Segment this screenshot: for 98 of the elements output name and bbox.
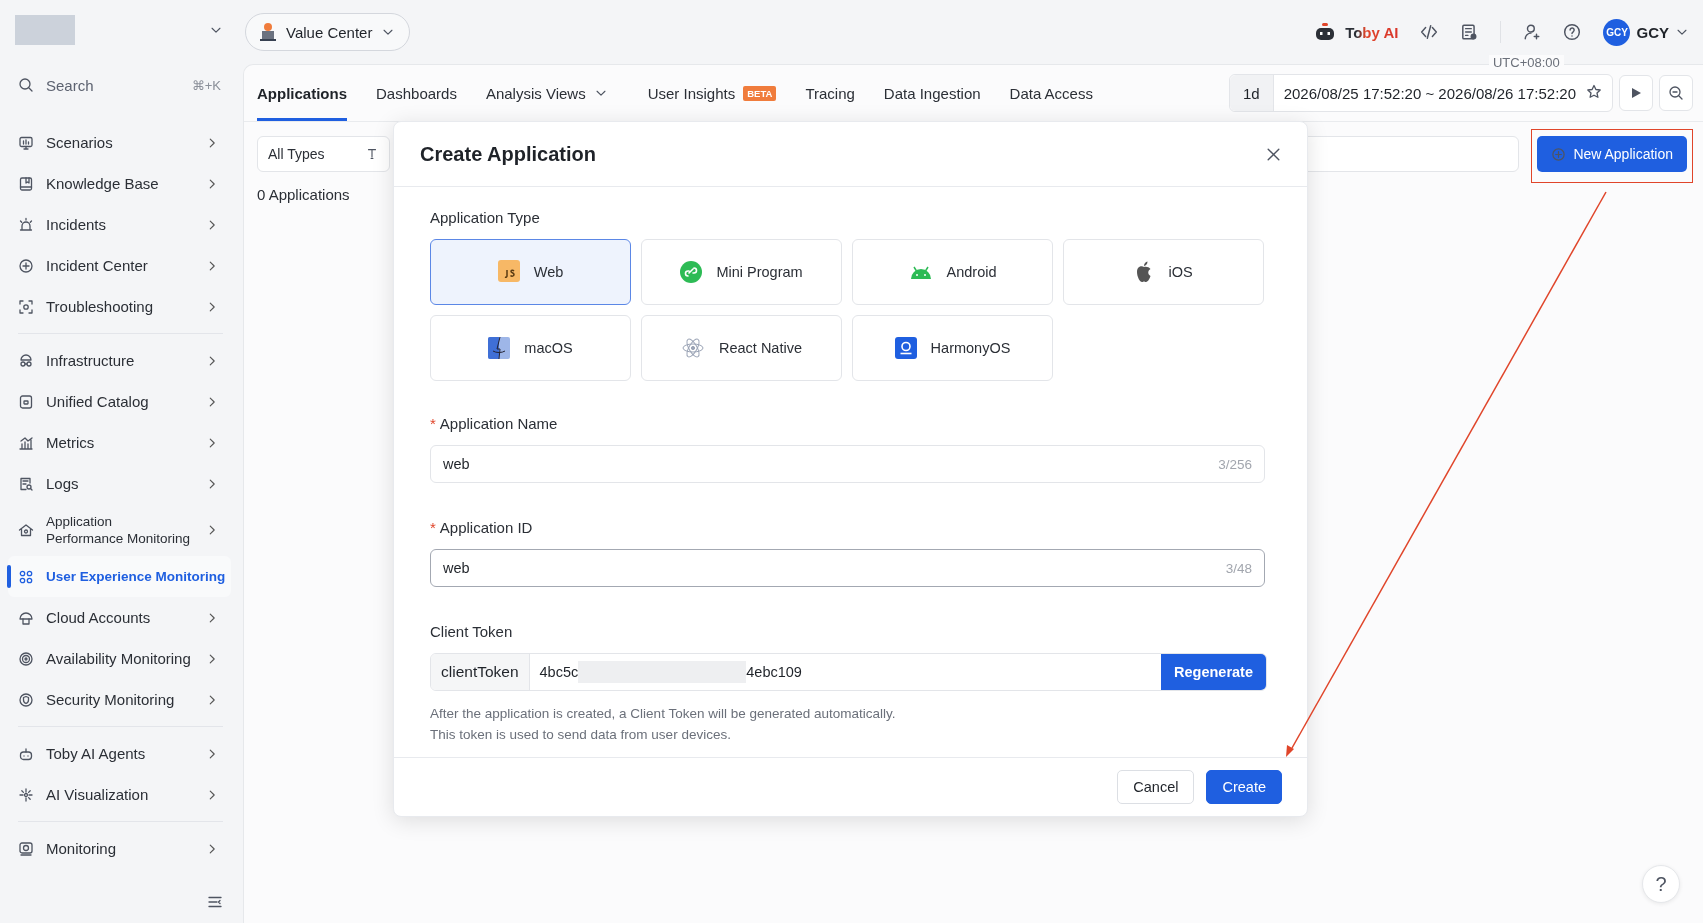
sidebar-item[interactable]: Scenarios bbox=[8, 122, 231, 163]
robot-icon bbox=[1315, 23, 1336, 41]
character-count: 3/48 bbox=[1225, 560, 1252, 576]
sidebar-item[interactable]: Logs bbox=[8, 463, 231, 504]
play-button[interactable] bbox=[1619, 75, 1653, 111]
js-icon bbox=[497, 259, 520, 285]
search-icon bbox=[18, 77, 34, 93]
square-icon bbox=[18, 393, 34, 410]
filter-icon bbox=[365, 147, 379, 161]
sidebar-item[interactable]: Availability Monitoring bbox=[8, 638, 231, 679]
sidebar-item[interactable]: Infrastructure bbox=[8, 340, 231, 381]
link-circle-icon bbox=[680, 261, 703, 283]
sidebar-item[interactable]: Knowledge Base bbox=[8, 163, 231, 204]
sidebar-item[interactable]: Application Performance Monitoring bbox=[8, 504, 231, 556]
sidebar-item[interactable]: Troubleshooting bbox=[8, 286, 231, 327]
new-application-button[interactable]: New Application bbox=[1537, 136, 1687, 172]
regenerate-button[interactable]: Regenerate bbox=[1161, 654, 1266, 690]
building-icon bbox=[259, 22, 277, 42]
sidebar-item[interactable]: Cloud Accounts bbox=[8, 597, 231, 638]
tab[interactable]: Data Access bbox=[1009, 65, 1093, 121]
timezone-label: UTC+08:00 bbox=[1488, 55, 1564, 70]
add-user-icon bbox=[1523, 23, 1542, 41]
time-range-picker[interactable]: 1d 2026/08/25 17:52:20 ~ 2026/08/26 17:52:20 bbox=[1228, 74, 1613, 112]
character-count: 3/256 bbox=[1218, 456, 1252, 472]
help-text: After the application is created, a Client Token will be generated automatically. bbox=[430, 705, 897, 723]
field-label: Client Token bbox=[430, 623, 513, 641]
sidebar-item[interactable]: Security Monitoring bbox=[8, 679, 231, 720]
plus-circle-icon bbox=[18, 257, 34, 274]
type-option[interactable]: macOS bbox=[430, 315, 631, 381]
field-label: Application ID bbox=[439, 519, 533, 537]
report-icon bbox=[1460, 23, 1479, 41]
help-icon bbox=[1563, 23, 1582, 41]
screen-icon bbox=[18, 840, 34, 857]
house-icon bbox=[18, 522, 34, 538]
token-start: 4bc5c bbox=[539, 664, 579, 680]
field-label: Application Type bbox=[430, 209, 540, 227]
book-icon bbox=[18, 175, 34, 192]
shield-icon bbox=[18, 691, 34, 708]
tab[interactable]: User Insights BETA bbox=[647, 65, 777, 121]
avatar: GCY bbox=[1603, 18, 1631, 46]
code-icon bbox=[1420, 23, 1439, 41]
required-mark: * bbox=[430, 415, 436, 433]
zoom-out-icon bbox=[1668, 85, 1684, 101]
type-option[interactable]: iOS bbox=[1063, 239, 1264, 305]
scan-icon bbox=[18, 298, 34, 315]
sidebar-item[interactable]: Monitoring bbox=[8, 828, 231, 869]
shortcut-hint: ⌘+K bbox=[191, 77, 221, 93]
text-field[interactable]: web 3/48 bbox=[430, 549, 1265, 587]
time-range-text: 2026/08/25 17:52:20 ~ 2026/08/26 17:52:20 bbox=[1282, 84, 1577, 102]
field-label: Application Name bbox=[439, 415, 558, 433]
create-button[interactable]: Create bbox=[1206, 770, 1282, 804]
monitor-icon bbox=[18, 134, 34, 151]
help-text: This token is used to send data from user devices. bbox=[430, 726, 732, 744]
search-field[interactable]: Search ⌘+K bbox=[8, 66, 231, 104]
type-option[interactable]: Mini Program bbox=[641, 239, 842, 305]
harmony-icon bbox=[894, 337, 917, 359]
alarm-icon bbox=[18, 216, 34, 233]
beta-badge: BETA bbox=[743, 85, 777, 101]
play-icon bbox=[1630, 87, 1642, 99]
android-icon bbox=[908, 265, 933, 279]
required-mark: * bbox=[430, 519, 436, 537]
sidebar-item[interactable]: Toby AI Agents bbox=[8, 733, 231, 774]
atom-icon bbox=[681, 336, 705, 360]
sidebar-item[interactable]: AI Visualization bbox=[8, 774, 231, 815]
tab[interactable]: Data Ingestion bbox=[883, 65, 981, 121]
sidebar-item[interactable]: Metrics bbox=[8, 422, 231, 463]
sidebar-item[interactable]: Unified Catalog bbox=[8, 381, 231, 422]
type-option[interactable]: Web bbox=[430, 239, 631, 305]
document-icon bbox=[18, 475, 34, 492]
type-option[interactable]: React Native bbox=[641, 315, 842, 381]
tab[interactable]: Analysis Views bbox=[485, 65, 608, 121]
logo-placeholder bbox=[15, 15, 75, 45]
cancel-button[interactable]: Cancel bbox=[1117, 770, 1195, 804]
workspace-selector[interactable]: Value Center bbox=[245, 13, 411, 51]
type-option[interactable]: Android bbox=[852, 239, 1053, 305]
user-menu[interactable]: GCY GCY bbox=[1603, 18, 1689, 46]
tab[interactable]: Dashboards bbox=[376, 65, 457, 121]
type-filter[interactable]: All Types bbox=[257, 136, 390, 172]
quick-range-button[interactable]: 1d bbox=[1229, 75, 1274, 111]
sparkle-icon bbox=[18, 786, 34, 803]
tab[interactable]: Applications bbox=[257, 65, 347, 121]
collapse-menu-icon bbox=[207, 894, 223, 910]
type-option[interactable]: HarmonyOS bbox=[852, 315, 1053, 381]
sidebar-item[interactable]: Incidents bbox=[8, 204, 231, 245]
circles-icon bbox=[18, 568, 34, 585]
token-prefix: clientToken bbox=[431, 654, 530, 690]
application-count: 0 Applications bbox=[257, 186, 350, 203]
plus-circle-icon bbox=[1551, 146, 1567, 162]
sidebar-item[interactable]: Incident Center bbox=[8, 245, 231, 286]
dialog-title: Create Application bbox=[420, 142, 596, 166]
finder-icon bbox=[488, 336, 511, 360]
sidebar-item[interactable]: User Experience Monitoring bbox=[8, 556, 231, 597]
token-end: 4ebc109 bbox=[746, 664, 802, 680]
tab[interactable]: Tracing bbox=[805, 65, 855, 121]
target-icon bbox=[18, 650, 34, 667]
help-button[interactable]: ? bbox=[1642, 865, 1680, 903]
zoom-out-button[interactable] bbox=[1659, 75, 1693, 111]
text-field[interactable]: web 3/256 bbox=[430, 445, 1265, 483]
